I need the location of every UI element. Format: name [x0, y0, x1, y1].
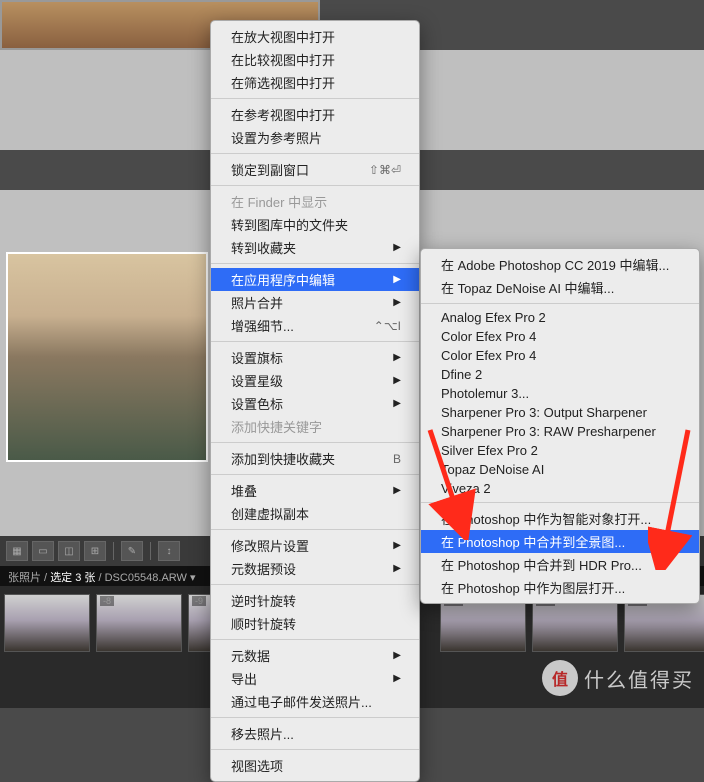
menu-open-compare[interactable]: 在比较视图中打开: [211, 48, 419, 71]
status-count: 张照片 /: [8, 572, 47, 584]
chevron-right-icon: ▶: [393, 673, 401, 684]
menu-lock-secondary[interactable]: 锁定到副窗口⇧⌘⏎: [211, 158, 419, 181]
chevron-right-icon: ▶: [393, 540, 401, 551]
submenu-smart-object[interactable]: 在 Photoshop 中作为智能对象打开...: [421, 507, 699, 530]
menu-add-quick-collection[interactable]: 添加到快捷收藏夹B: [211, 447, 419, 470]
menu-edit-in[interactable]: 在应用程序中编辑▶: [211, 268, 419, 291]
compare-view-button[interactable]: ◫: [58, 541, 80, 561]
submenu-photoshop[interactable]: 在 Adobe Photoshop CC 2019 中编辑...: [421, 253, 699, 276]
submenu-plugin[interactable]: Dfine 2: [421, 365, 699, 384]
film-thumb[interactable]: -8: [96, 594, 182, 700]
menu-metadata[interactable]: 元数据▶: [211, 644, 419, 667]
chevron-right-icon: ▶: [393, 563, 401, 574]
submenu-plugin[interactable]: Photolemur 3...: [421, 384, 699, 403]
menu-set-reference[interactable]: 设置为参考照片: [211, 126, 419, 149]
chevron-right-icon: ▶: [393, 352, 401, 363]
loupe-view-button[interactable]: ▭: [32, 541, 54, 561]
watermark: 值 什么值得买: [542, 660, 694, 696]
menu-email-photo[interactable]: 通过电子邮件发送照片...: [211, 690, 419, 713]
menu-rotate-cw[interactable]: 顺时针旋转: [211, 612, 419, 635]
menu-add-keyword: 添加快捷关键字: [211, 415, 419, 438]
context-menu-main: 在放大视图中打开 在比较视图中打开 在筛选视图中打开 在参考视图中打开 设置为参…: [210, 20, 420, 782]
grid-view-button[interactable]: ▦: [6, 541, 28, 561]
submenu-edit-in: 在 Adobe Photoshop CC 2019 中编辑... 在 Topaz…: [420, 248, 700, 604]
chevron-right-icon: ▶: [393, 650, 401, 661]
submenu-open-layers[interactable]: 在 Photoshop 中作为图层打开...: [421, 576, 699, 599]
status-selected: 选定 3 张: [50, 572, 95, 584]
submenu-plugin[interactable]: Sharpener Pro 3: Output Sharpener: [421, 403, 699, 422]
submenu-merge-hdr[interactable]: 在 Photoshop 中合并到 HDR Pro...: [421, 553, 699, 576]
chevron-right-icon: ▶: [393, 297, 401, 308]
watermark-text: 什么值得买: [584, 664, 694, 693]
menu-set-flag[interactable]: 设置旗标▶: [211, 346, 419, 369]
survey-view-button[interactable]: ⊞: [84, 541, 106, 561]
submenu-plugin[interactable]: Topaz DeNoise AI: [421, 460, 699, 479]
menu-show-finder: 在 Finder 中显示: [211, 190, 419, 213]
chevron-right-icon: ▶: [393, 375, 401, 386]
film-thumb[interactable]: -12: [440, 594, 526, 700]
chevron-right-icon: ▶: [393, 485, 401, 496]
chevron-right-icon: ▶: [393, 274, 401, 285]
menu-create-virtual[interactable]: 创建虚拟副本: [211, 502, 419, 525]
submenu-plugin[interactable]: Silver Efex Pro 2: [421, 441, 699, 460]
chevron-right-icon: ▶: [393, 398, 401, 409]
submenu-plugin[interactable]: Analog Efex Pro 2: [421, 308, 699, 327]
submenu-topaz[interactable]: 在 Topaz DeNoise AI 中编辑...: [421, 276, 699, 299]
menu-develop-settings[interactable]: 修改照片设置▶: [211, 534, 419, 557]
menu-open-loupe[interactable]: 在放大视图中打开: [211, 25, 419, 48]
submenu-merge-panorama[interactable]: 在 Photoshop 中合并到全景图...: [421, 530, 699, 553]
submenu-plugin[interactable]: Color Efex Pro 4: [421, 346, 699, 365]
menu-open-survey[interactable]: 在筛选视图中打开: [211, 71, 419, 94]
menu-stacking[interactable]: 堆叠▶: [211, 479, 419, 502]
preview-thumbnail[interactable]: [6, 252, 208, 462]
menu-photo-merge[interactable]: 照片合并▶: [211, 291, 419, 314]
menu-open-reference[interactable]: 在参考视图中打开: [211, 103, 419, 126]
chevron-right-icon: ▶: [393, 242, 401, 253]
menu-rotate-ccw[interactable]: 逆时针旋转: [211, 589, 419, 612]
menu-metadata-presets[interactable]: 元数据预设▶: [211, 557, 419, 580]
submenu-plugin[interactable]: Color Efex Pro 4: [421, 327, 699, 346]
submenu-plugin[interactable]: Sharpener Pro 3: RAW Presharpener: [421, 422, 699, 441]
film-thumb[interactable]: [4, 594, 90, 700]
menu-set-color[interactable]: 设置色标▶: [211, 392, 419, 415]
menu-enhance-details[interactable]: 增强细节...⌃⌥I: [211, 314, 419, 337]
menu-set-rating[interactable]: 设置星级▶: [211, 369, 419, 392]
painter-button[interactable]: ✎: [121, 541, 143, 561]
menu-remove-photo[interactable]: 移去照片...: [211, 722, 419, 745]
watermark-logo: 值: [542, 660, 578, 696]
menu-goto-folder[interactable]: 转到图库中的文件夹: [211, 213, 419, 236]
status-file: / DSC05548.ARW ▾: [98, 572, 195, 584]
menu-view-options[interactable]: 视图选项: [211, 754, 419, 777]
menu-export[interactable]: 导出▶: [211, 667, 419, 690]
submenu-plugin[interactable]: Viveza 2: [421, 479, 699, 498]
sort-button[interactable]: ↕: [158, 541, 180, 561]
menu-goto-collection[interactable]: 转到收藏夹▶: [211, 236, 419, 259]
